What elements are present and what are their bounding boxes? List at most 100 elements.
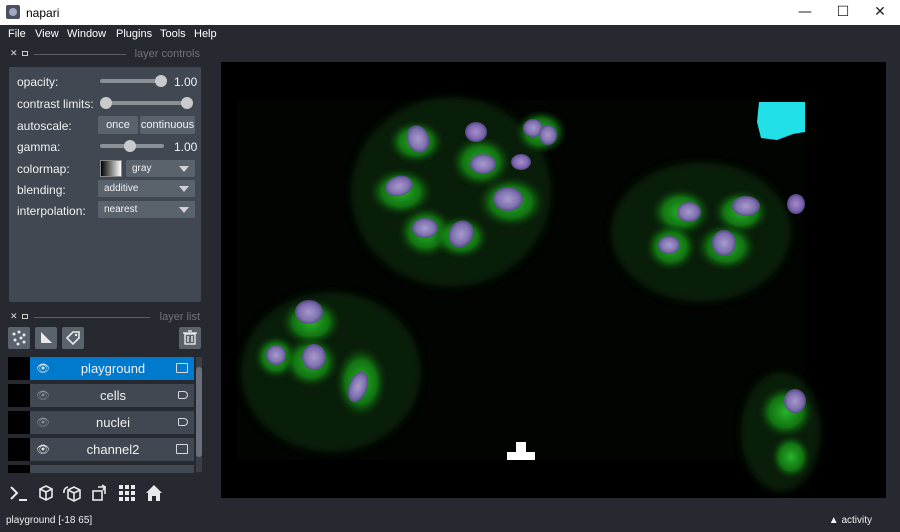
- layer-thumbnail: [8, 465, 30, 473]
- layer-controls-title: layer controls: [134, 48, 200, 60]
- divider: [34, 317, 150, 318]
- labels-layer-icon: [178, 418, 188, 426]
- layer-controls-header: ✕ layer controls: [8, 46, 202, 62]
- layer-name: playground: [80, 361, 146, 376]
- status-bar: playground [-18 65] ▲ activity: [0, 510, 900, 532]
- napari-logo-icon: [6, 5, 20, 19]
- new-points-layer-button[interactable]: [8, 327, 30, 349]
- eye-closed-icon[interactable]: 👁: [36, 416, 50, 429]
- layer-thumbnail: [8, 384, 30, 407]
- new-shapes-layer-button[interactable]: [35, 327, 57, 349]
- contrast-limits-slider[interactable]: [102, 101, 188, 105]
- scrollbar-thumb[interactable]: [196, 367, 202, 457]
- interpolation-dropdown[interactable]: nearest: [98, 201, 195, 218]
- close-dock-icon[interactable]: ✕: [10, 48, 18, 59]
- blending-label: blending:: [17, 183, 66, 197]
- layer-list: 👁 playground 👁 cells 👁 nuclei 👁 channel2: [8, 355, 202, 473]
- layer-list-title: layer list: [159, 311, 200, 323]
- colormap-dropdown[interactable]: gray: [126, 160, 195, 177]
- home-icon: [146, 485, 162, 501]
- minimize-button[interactable]: —: [788, 0, 822, 25]
- layer-name: channel2: [86, 442, 140, 457]
- gamma-slider-handle[interactable]: [124, 140, 136, 152]
- gamma-label: gamma:: [17, 140, 61, 154]
- opacity-value[interactable]: 1.00: [174, 75, 201, 89]
- menu-view[interactable]: View: [35, 28, 59, 40]
- layer-thumbnail: [8, 411, 30, 434]
- opacity-slider-handle[interactable]: [155, 75, 167, 87]
- labels-layer-icon: [178, 391, 188, 399]
- contrast-high-handle[interactable]: [181, 97, 193, 109]
- home-button[interactable]: [142, 481, 166, 505]
- colormap-value: gray: [132, 163, 152, 174]
- grid-icon: [119, 485, 135, 501]
- colormap-swatch: [100, 160, 122, 177]
- colormap-label: colormap:: [17, 162, 70, 176]
- delete-layer-button[interactable]: [179, 327, 201, 349]
- new-labels-layer-button[interactable]: [62, 327, 84, 349]
- autoscale-continuous-button[interactable]: continuous: [140, 116, 195, 134]
- menu-bar: File View Window Plugins Tools Help: [0, 25, 900, 43]
- roll-dims-button[interactable]: [61, 481, 85, 505]
- eye-icon[interactable]: 👁: [36, 362, 50, 375]
- chevron-down-icon: [179, 207, 189, 213]
- window-title: napari: [26, 6, 60, 20]
- 3d-cube-icon: [39, 485, 53, 501]
- title-bar: napari — ☐ ✕: [0, 0, 900, 25]
- menu-tools[interactable]: Tools: [160, 28, 186, 40]
- toggle-ndisplay-button[interactable]: [34, 481, 58, 505]
- transpose-icon: [92, 484, 107, 501]
- layer-controls-panel: opacity: 1.00 contrast limits: autoscale…: [9, 67, 201, 302]
- points-icon: [12, 330, 26, 346]
- float-dock-icon[interactable]: [22, 314, 28, 319]
- activity-button[interactable]: ▲ activity: [829, 515, 872, 526]
- contrast-limits-label: contrast limits:: [17, 97, 94, 111]
- autoscale-label: autoscale:: [17, 119, 72, 133]
- image-layer-icon: [176, 444, 188, 454]
- viewer-canvas[interactable]: [221, 62, 886, 498]
- blending-value: additive: [104, 183, 139, 194]
- chevron-down-icon: [179, 166, 189, 172]
- layer-list-scrollbar[interactable]: [196, 357, 202, 472]
- transpose-dims-button[interactable]: [88, 481, 112, 505]
- layer-item-channel2[interactable]: 👁 channel2: [8, 438, 194, 461]
- gamma-value[interactable]: 1.00: [174, 140, 201, 154]
- autoscale-once-button[interactable]: once: [98, 116, 138, 134]
- menu-file[interactable]: File: [8, 28, 26, 40]
- eye-closed-icon[interactable]: 👁: [36, 389, 50, 402]
- chevron-down-icon: [179, 186, 189, 192]
- image-layer-icon: [176, 363, 188, 373]
- opacity-label: opacity:: [17, 75, 59, 89]
- layer-thumbnail: [8, 438, 30, 461]
- roll-dims-icon: [63, 486, 81, 502]
- shapes-icon: [41, 332, 52, 343]
- activity-label: activity: [841, 515, 872, 526]
- close-button[interactable]: ✕: [863, 0, 897, 25]
- console-button[interactable]: [7, 481, 31, 505]
- interpolation-label: interpolation:: [17, 204, 86, 218]
- divider: [34, 54, 126, 55]
- interpolation-value: nearest: [104, 204, 138, 215]
- layer-name: cells: [99, 388, 126, 403]
- eye-icon[interactable]: 👁: [36, 443, 50, 456]
- trash-icon: [183, 330, 197, 345]
- layer-item-partial[interactable]: [8, 465, 194, 473]
- blending-dropdown[interactable]: additive: [98, 180, 195, 197]
- layer-item-nuclei[interactable]: 👁 nuclei: [8, 411, 194, 434]
- layer-item-cells[interactable]: 👁 cells: [8, 384, 194, 407]
- maximize-button[interactable]: ☐: [826, 0, 860, 25]
- layer-thumbnail: [8, 357, 30, 380]
- menu-plugins[interactable]: Plugins: [116, 28, 152, 40]
- menu-window[interactable]: Window: [67, 28, 106, 40]
- close-dock-icon[interactable]: ✕: [10, 311, 18, 322]
- layer-list-header: ✕ layer list: [8, 309, 202, 325]
- grid-view-button[interactable]: [115, 481, 139, 505]
- layer-name: nuclei: [96, 415, 130, 430]
- contrast-low-handle[interactable]: [100, 97, 112, 109]
- status-text: playground [-18 65]: [6, 515, 93, 526]
- layer-item-playground[interactable]: 👁 playground: [8, 357, 194, 380]
- microscopy-image: [237, 97, 821, 492]
- float-dock-icon[interactable]: [22, 51, 28, 56]
- console-icon: [10, 486, 27, 501]
- menu-help[interactable]: Help: [194, 28, 217, 40]
